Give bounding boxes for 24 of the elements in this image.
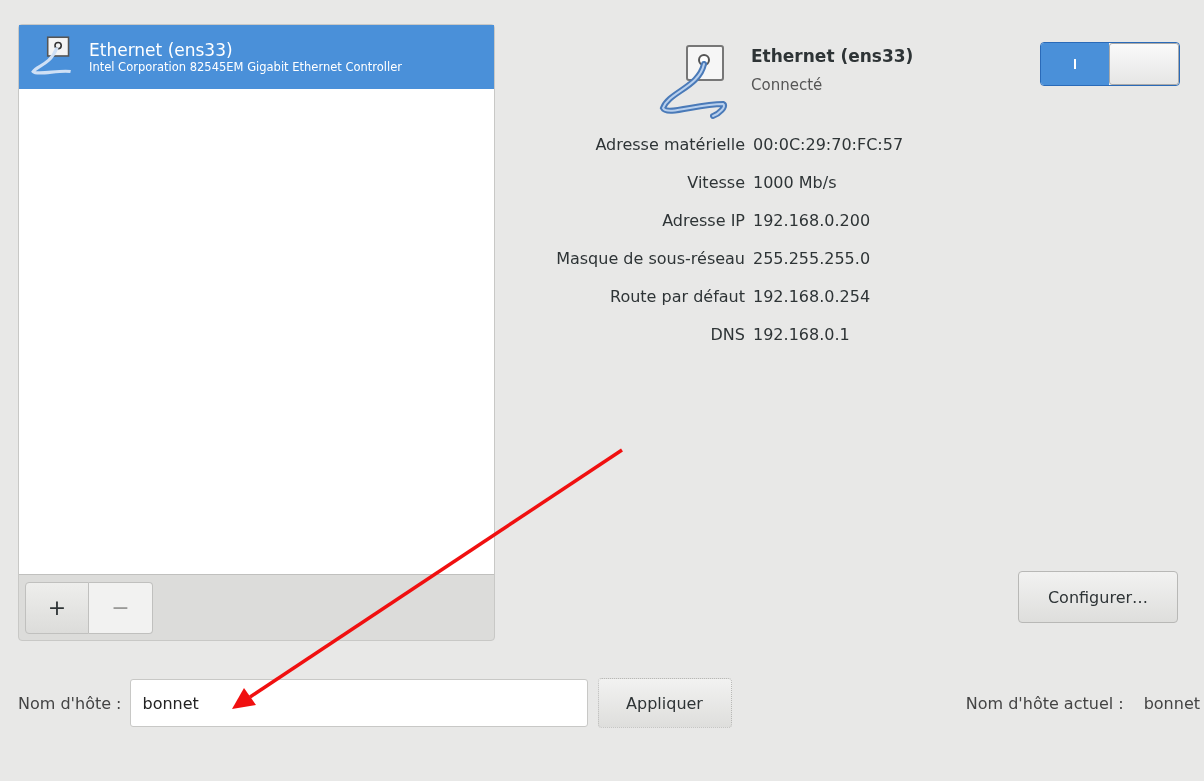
hostname-field[interactable]: bonnet <box>129 679 588 727</box>
add-button[interactable]: + <box>25 581 89 634</box>
current-hostname-label: Nom d'hôte actuel : <box>965 693 1124 713</box>
property-value: 192.168.0.1 <box>753 325 851 344</box>
device-name: Ethernet (ens33) <box>89 40 234 60</box>
property-label: Masque de sous-réseau <box>555 249 745 268</box>
property-value: 192.168.0.200 <box>753 211 872 230</box>
property-label: Route par défaut <box>609 287 745 306</box>
hostname-label: Nom d'hôte : <box>18 693 122 713</box>
property-label: Vitesse <box>686 173 745 192</box>
property-value: 255.255.255.0 <box>753 249 872 268</box>
property-value: 00:0C:29:70:FC:57 <box>753 135 905 154</box>
property-value: 1000 Mb/s <box>753 173 838 192</box>
configure-button[interactable]: Configurer… <box>1018 571 1178 623</box>
property-label: DNS <box>709 325 745 344</box>
property-label: Adresse IP <box>661 211 745 230</box>
property-value: 192.168.0.254 <box>753 287 872 306</box>
connection-name: Ethernet (ens33) <box>751 46 914 66</box>
toggle-switch[interactable] <box>1040 42 1180 86</box>
connection-status: Connecté <box>751 76 824 94</box>
property-label: Adresse matérielle <box>594 135 745 154</box>
apply-button[interactable]: Appliquer <box>597 678 732 728</box>
current-hostname-value: bonnet <box>1143 693 1200 713</box>
device-description: Intel Corporation 82545EM Gigabit Ethernet Controller <box>89 60 402 74</box>
